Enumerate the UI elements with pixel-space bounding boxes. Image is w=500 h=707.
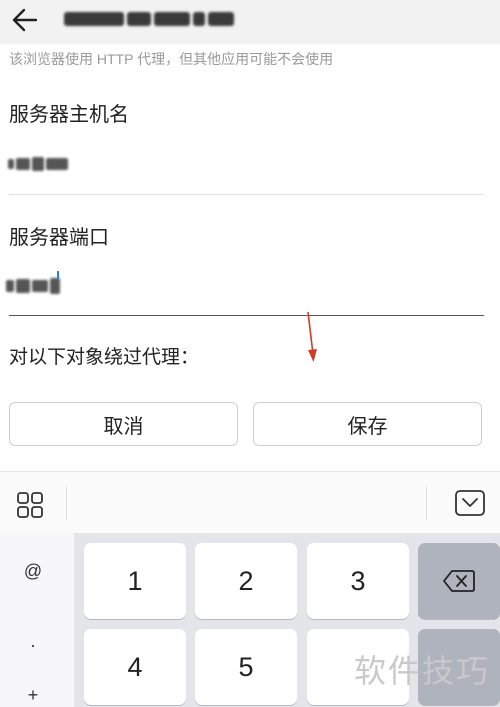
key-4[interactable]: 4 — [84, 629, 186, 705]
bypass-label: 对以下对象绕过代理： — [9, 347, 200, 368]
proxy-hint-text: 该浏览器使用 HTTP 代理，但其他应用可能不会使用 — [9, 51, 334, 67]
app-header — [0, 0, 500, 44]
save-button[interactable]: 保存 — [253, 402, 482, 446]
host-input[interactable] — [8, 156, 68, 172]
annotation-arrow-icon — [307, 311, 317, 362]
toolbar-separator — [66, 486, 67, 520]
cancel-button[interactable]: 取消 — [9, 402, 238, 446]
backspace-icon — [443, 570, 475, 592]
keyboard-toolbar — [0, 471, 500, 534]
delete-key[interactable] — [418, 543, 500, 619]
symbol-column: @ . + — [0, 533, 74, 707]
grid-menu-icon[interactable] — [16, 491, 44, 519]
key-1[interactable]: 1 — [84, 543, 186, 619]
port-input[interactable] — [6, 276, 60, 296]
host-label: 服务器主机名 — [9, 104, 129, 126]
key-plus[interactable]: + — [0, 685, 66, 706]
toolbar-separator — [426, 486, 427, 520]
port-underline — [9, 315, 484, 316]
host-underline — [9, 194, 484, 195]
key-5[interactable]: 5 — [195, 629, 297, 705]
key-dot[interactable]: . — [0, 631, 66, 652]
proxy-settings-screen: 该浏览器使用 HTTP 代理，但其他应用可能不会使用 服务器主机名 服务器端口 … — [0, 0, 500, 707]
key-3[interactable]: 3 — [307, 543, 409, 619]
key-2[interactable]: 2 — [195, 543, 297, 619]
back-arrow-icon[interactable] — [10, 4, 42, 36]
text-cursor — [57, 271, 59, 279]
key-at[interactable]: @ — [0, 561, 66, 582]
hide-keyboard-icon[interactable] — [454, 489, 486, 517]
redacted-title — [64, 9, 240, 29]
port-label: 服务器端口 — [9, 227, 109, 249]
watermark: 软件技巧 — [354, 653, 491, 689]
